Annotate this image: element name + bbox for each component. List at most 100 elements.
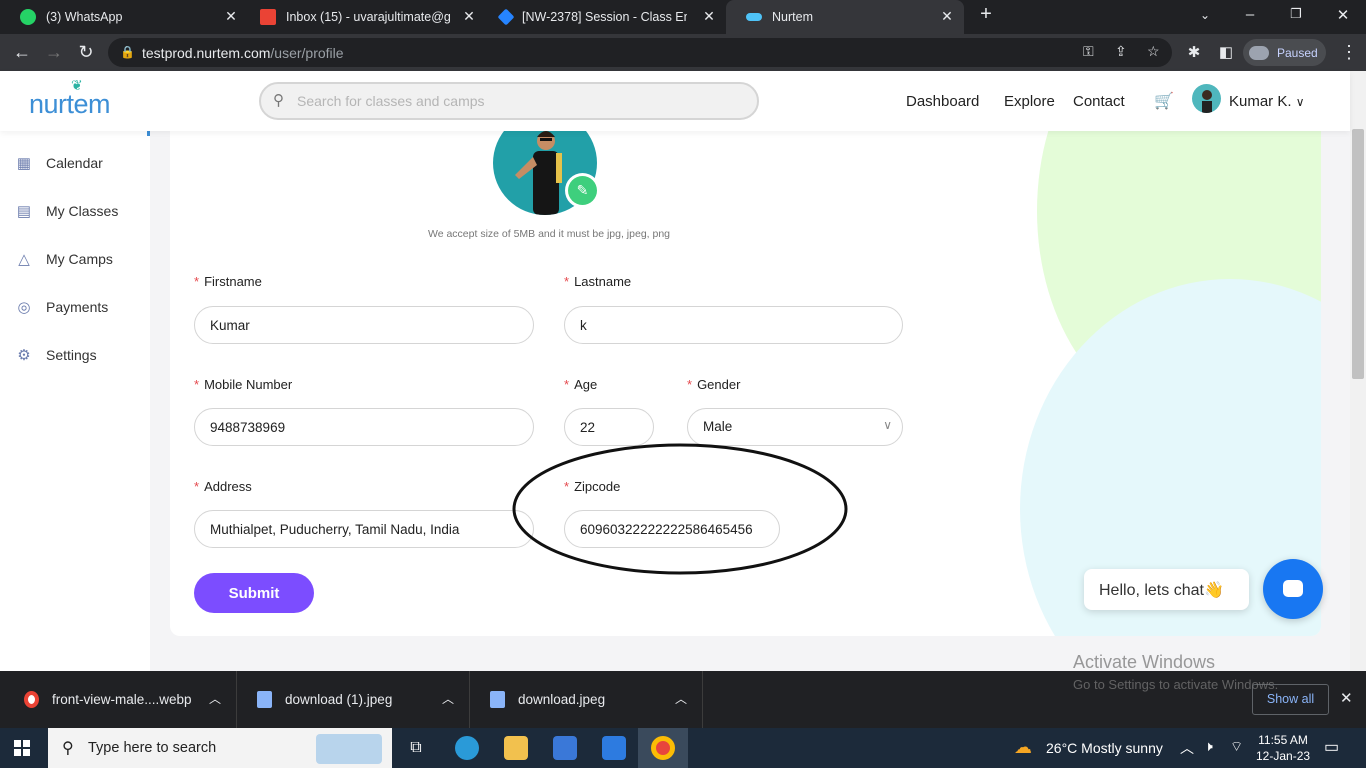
lock-icon: 🔒 — [120, 45, 135, 59]
close-icon[interactable]: ✕ — [1340, 689, 1353, 707]
sidebar-item-label: My Camps — [46, 251, 113, 267]
weather-icon[interactable]: ☁ — [1014, 737, 1032, 758]
close-icon[interactable]: ✕ — [938, 8, 956, 25]
address-label: * Address — [194, 479, 252, 494]
tab-nurtem[interactable]: Nurtem ✕ — [726, 0, 964, 34]
star-icon[interactable]: ☆ — [1147, 43, 1160, 60]
nav-contact[interactable]: Contact — [1073, 93, 1125, 110]
age-input[interactable] — [564, 408, 654, 446]
cart-icon[interactable]: 🛒 — [1154, 91, 1174, 111]
task-view-icon[interactable]: ⧉ — [404, 736, 428, 760]
download-item[interactable]: download (1).jpeg ︿ — [237, 671, 470, 728]
sidebar-item-label: Settings — [46, 347, 97, 363]
edit-photo-button[interactable]: ✎ — [565, 173, 600, 208]
download-item[interactable]: front-view-male....webp ︿ — [4, 671, 237, 728]
store-icon[interactable] — [553, 736, 577, 760]
nav-explore[interactable]: Explore — [1004, 93, 1055, 110]
gmail-icon — [260, 9, 276, 25]
reload-icon[interactable]: ↻ — [75, 42, 97, 63]
edge-icon[interactable] — [455, 736, 479, 760]
share-icon[interactable]: ⇪ — [1115, 43, 1127, 60]
chrome-icon[interactable] — [651, 736, 675, 760]
tab-whatsapp[interactable]: (3) WhatsApp ✕ — [0, 0, 248, 34]
close-icon[interactable]: ✕ — [460, 8, 478, 25]
notifications-icon[interactable]: ▭ — [1324, 737, 1339, 757]
jira-icon — [497, 8, 515, 26]
sidebar-item-my-camps[interactable]: △ My Camps — [0, 243, 150, 275]
taskbar-search[interactable]: ⚲ Type here to search — [48, 728, 392, 768]
image-file-icon — [490, 691, 505, 708]
scrollbar-thumb[interactable] — [1352, 129, 1364, 379]
submit-button[interactable]: Submit — [194, 573, 314, 613]
window-close-button[interactable]: ✕ — [1333, 6, 1353, 24]
coin-icon: ◎ — [17, 299, 31, 316]
user-avatar[interactable] — [1192, 84, 1221, 113]
windows-start-icon[interactable] — [14, 740, 30, 756]
extensions-icon[interactable]: ✱ — [1183, 43, 1205, 61]
profile-avatar — [1249, 45, 1269, 60]
mobile-input[interactable] — [194, 408, 534, 446]
mail-icon[interactable] — [602, 736, 626, 760]
profile-card: ✎ We accept size of 5MB and it must be j… — [170, 131, 1321, 636]
chevron-up-icon[interactable]: ︿ — [1180, 738, 1194, 758]
tab-gmail[interactable]: Inbox (15) - uvarajultimate@gma ✕ — [248, 0, 486, 34]
watermark-subtitle: Go to Settings to activate Windows. — [1073, 677, 1279, 692]
clock-time: 11:55 AM — [1258, 733, 1308, 747]
lastname-label: * Lastname — [564, 274, 632, 289]
user-menu[interactable]: Kumar K. ∨ — [1229, 93, 1305, 110]
tab-search-icon[interactable]: ⌄ — [1195, 8, 1215, 22]
chevron-up-icon[interactable]: ︿ — [209, 690, 221, 707]
back-icon[interactable]: ← — [11, 42, 33, 63]
page-scrollbar[interactable] — [1350, 71, 1366, 671]
menu-icon[interactable]: ⋮ — [1338, 42, 1360, 63]
pencil-icon: ✎ — [568, 176, 597, 205]
forward-icon[interactable]: → — [43, 42, 65, 63]
lastname-input[interactable] — [564, 306, 903, 344]
sidebar-item-calendar[interactable]: ▦ Calendar — [0, 147, 150, 179]
gender-select[interactable]: Male ∨ — [687, 408, 903, 446]
download-item[interactable]: download.jpeg ︿ — [470, 671, 703, 728]
sidebar-item-settings[interactable]: ⚙ Settings — [0, 339, 150, 371]
chevron-up-icon[interactable]: ︿ — [675, 690, 687, 707]
firstname-input[interactable] — [194, 306, 534, 344]
search-box[interactable]: ⚲ — [259, 82, 759, 120]
mobile-label: * Mobile Number — [194, 377, 293, 392]
chat-greeting[interactable]: Hello, lets chat👋 — [1084, 569, 1249, 610]
chevron-down-icon: ∨ — [883, 418, 892, 432]
volume-icon[interactable]: 🕨 — [1204, 738, 1213, 755]
nurtem-logo[interactable]: nurtem ❦ — [29, 77, 111, 120]
taskbar-search-placeholder: Type here to search — [88, 740, 217, 756]
new-tab-button[interactable]: + — [976, 3, 996, 26]
chevron-up-icon[interactable]: ︿ — [442, 690, 454, 707]
close-icon[interactable]: ✕ — [700, 8, 718, 25]
nav-dashboard[interactable]: Dashboard — [906, 93, 979, 110]
tab-jira[interactable]: [NW-2378] Session - Class End to ✕ — [486, 0, 726, 34]
close-icon[interactable]: ✕ — [222, 8, 240, 25]
taskbar-clock[interactable]: 11:55 AM 12-Jan-23 — [1256, 732, 1310, 764]
sidebar-item-label: My Classes — [46, 203, 119, 219]
sidebar-item-label: Calendar — [46, 155, 103, 171]
weather-text[interactable]: 26°C Mostly sunny — [1046, 740, 1163, 756]
side-panel-icon[interactable]: ◧ — [1215, 43, 1237, 61]
annotation-ellipse — [512, 443, 848, 575]
chrome-file-icon — [24, 691, 39, 708]
network-icon[interactable]: ⌔ — [1230, 738, 1243, 756]
restore-button[interactable]: ❐ — [1286, 6, 1306, 22]
minimize-button[interactable]: – — [1240, 6, 1260, 23]
address-bar[interactable]: 🔒 testprod.nurtem.com/user/profile ⚿ ⇪ ☆ — [108, 38, 1172, 67]
download-filename: download (1).jpeg — [285, 692, 393, 707]
sidebar-item-my-classes[interactable]: ▤ My Classes — [0, 195, 150, 227]
gender-value: Male — [703, 419, 733, 434]
profile-paused-button[interactable]: Paused — [1243, 39, 1326, 66]
sidebar-item-payments[interactable]: ◎ Payments — [0, 291, 150, 323]
address-input[interactable] — [194, 510, 534, 548]
nurtem-icon — [746, 13, 762, 21]
chat-button[interactable] — [1263, 559, 1323, 619]
key-icon[interactable]: ⚿ — [1083, 43, 1094, 60]
book-icon: ▤ — [16, 203, 32, 220]
search-input[interactable] — [297, 91, 737, 111]
tab-label: [NW-2378] Session - Class End to — [522, 10, 687, 24]
url-text: testprod.nurtem.com/user/profile — [142, 45, 344, 61]
file-explorer-icon[interactable] — [504, 736, 528, 760]
gender-label: * Gender — [687, 377, 741, 392]
